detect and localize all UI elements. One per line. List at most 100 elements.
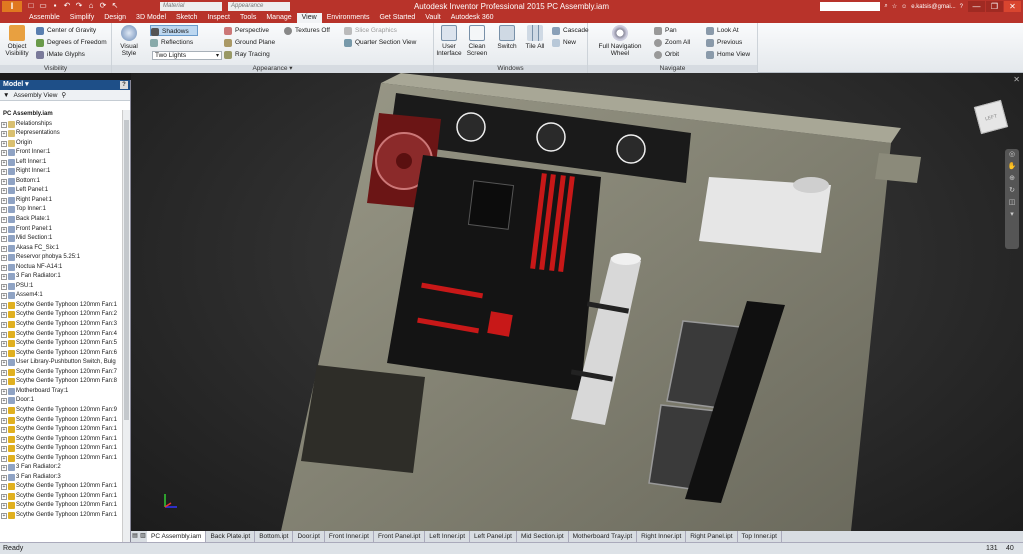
expand-icon[interactable]: +	[1, 350, 7, 357]
undo-icon[interactable]: ↶	[62, 1, 72, 11]
document-tab[interactable]: Top Inner.ipt	[738, 531, 782, 542]
tab-3d-model[interactable]: 3D Model	[131, 13, 171, 23]
user-name[interactable]: e.katsis@gmai...	[911, 4, 955, 10]
expand-icon[interactable]: +	[1, 264, 7, 271]
tree-item[interactable]: + Right Panel:1	[0, 196, 122, 206]
material-combo[interactable]: Material	[160, 2, 222, 11]
expand-icon[interactable]: +	[1, 360, 7, 367]
ground-plane-button[interactable]: Ground Plane	[224, 37, 275, 48]
expand-icon[interactable]: +	[1, 159, 7, 166]
expand-icon[interactable]: +	[1, 131, 7, 138]
tab-get-started[interactable]: Get Started	[374, 13, 420, 23]
help-search-input[interactable]	[820, 2, 881, 11]
browser-title-dropdown[interactable]: Model ▾	[3, 81, 29, 88]
new-file-icon[interactable]: □	[26, 1, 36, 11]
expand-icon[interactable]: +	[1, 150, 7, 157]
expand-icon[interactable]: +	[1, 512, 7, 519]
tree-item[interactable]: + Left Inner:1	[0, 158, 122, 168]
expand-icon[interactable]: +	[1, 369, 7, 376]
expand-icon[interactable]: +	[1, 188, 7, 195]
tree-item[interactable]: + Origin	[0, 139, 122, 149]
expand-icon[interactable]: +	[1, 245, 7, 252]
expand-icon[interactable]: +	[1, 197, 7, 204]
tree-item[interactable]: + Scythe Gentle Typhoon 120mm Fan:7	[0, 368, 122, 378]
expand-icon[interactable]: +	[1, 217, 7, 224]
tab-tools[interactable]: Tools	[235, 13, 261, 23]
pan-tool-icon[interactable]: ✋	[1005, 161, 1019, 173]
expand-icon[interactable]: +	[1, 427, 7, 434]
search-icon[interactable]: ⌕	[884, 3, 887, 10]
browser-scrollbar[interactable]	[122, 110, 130, 542]
expand-icon[interactable]: +	[1, 312, 7, 319]
expand-icon[interactable]: +	[1, 493, 7, 500]
document-tab[interactable]: Mid Section.ipt	[517, 531, 569, 542]
user-interface-button[interactable]: User Interface	[434, 25, 464, 57]
tree-item[interactable]: + Motherboard Tray:1	[0, 387, 122, 397]
tree-item[interactable]: + Door:1	[0, 396, 122, 406]
tab-autodesk-360[interactable]: Autodesk 360	[446, 13, 499, 23]
switch-button[interactable]: Switch	[492, 25, 522, 50]
tree-item[interactable]: + Scythe Gentle Typhoon 120mm Fan:4	[0, 330, 122, 340]
look-at-button[interactable]: Look At	[706, 25, 739, 36]
tree-item[interactable]: + Scythe Gentle Typhoon 120mm Fan:5	[0, 339, 122, 349]
tree-item[interactable]: + Front Inner:1	[0, 148, 122, 158]
shadows-button[interactable]: Shadows	[150, 25, 198, 36]
tree-item[interactable]: + Scythe Gentle Typhoon 120mm Fan:1	[0, 454, 122, 464]
maximize-button[interactable]: ❐	[986, 1, 1003, 12]
tab-design[interactable]: Design	[99, 13, 131, 23]
document-tab[interactable]: Back Plate.ipt	[206, 531, 256, 542]
tree-root[interactable]: PC Assembly.iam	[0, 110, 122, 120]
tab-inspect[interactable]: Inspect	[202, 13, 235, 23]
document-tab[interactable]: Front Inner.ipt	[325, 531, 374, 542]
expand-icon[interactable]: +	[1, 436, 7, 443]
find-icon[interactable]: ⚲	[61, 90, 66, 100]
tree-item[interactable]: +3 Fan Radiator:1	[0, 272, 122, 282]
steering-wheel-icon[interactable]: ◎	[1005, 149, 1019, 161]
minimize-button[interactable]: —	[968, 1, 985, 12]
tree-item[interactable]: + Left Panel:1	[0, 186, 122, 196]
expand-icon[interactable]: +	[1, 484, 7, 491]
zoom-all-button[interactable]: Zoom All	[654, 37, 690, 48]
tab-scroll-left-icon[interactable]: ▤	[131, 531, 139, 542]
tree-item[interactable]: + Representations	[0, 129, 122, 139]
ray-tracing-button[interactable]: Ray Tracing	[224, 49, 270, 60]
update-icon[interactable]: ⟳	[98, 1, 108, 11]
expand-icon[interactable]: +	[1, 331, 7, 338]
expand-icon[interactable]: +	[1, 503, 7, 510]
visual-style-button[interactable]: Visual Style	[114, 25, 144, 57]
close-button[interactable]: ✕	[1004, 1, 1021, 12]
browser-scroll-thumb[interactable]	[124, 120, 129, 420]
tree-item[interactable]: + Relationships	[0, 120, 122, 130]
degrees-of-freedom-button[interactable]: Degrees of Freedom	[36, 37, 107, 48]
document-tab[interactable]: Left Inner.ipt	[425, 531, 471, 542]
tree-item[interactable]: + Bottom:1	[0, 177, 122, 187]
expand-icon[interactable]: +	[1, 236, 7, 243]
tree-item[interactable]: + User Library-Pushbutton Switch, Bulg	[0, 358, 122, 368]
expand-icon[interactable]: +	[1, 322, 7, 329]
pan-button[interactable]: Pan	[654, 25, 677, 36]
tab-view[interactable]: View	[296, 13, 322, 23]
expand-icon[interactable]: +	[1, 379, 7, 386]
filter-icon[interactable]: ▼	[3, 90, 9, 100]
tree-item[interactable]: + Front Panel:1	[0, 225, 122, 235]
tree-item[interactable]: + Reservor phobya 5.25:1	[0, 253, 122, 263]
tree-item[interactable]: + Scythe Gentle Typhoon 120mm Fan:2	[0, 310, 122, 320]
slice-graphics-button[interactable]: Slice Graphics	[344, 25, 397, 36]
tab-sketch[interactable]: Sketch	[171, 13, 202, 23]
tree-item[interactable]: +3 Fan Radiator:3	[0, 473, 122, 483]
tree-item[interactable]: + Scythe Gentle Typhoon 120mm Fan:1	[0, 416, 122, 426]
quarter-section-view-button[interactable]: Quarter Section View	[344, 37, 416, 48]
expand-icon[interactable]: +	[1, 455, 7, 462]
expand-icon[interactable]: +	[1, 398, 7, 405]
open-icon[interactable]: ▭	[38, 1, 48, 11]
orbit-button[interactable]: Orbit	[654, 49, 679, 60]
orbit-tool-icon[interactable]: ↻	[1005, 185, 1019, 197]
expand-icon[interactable]: +	[1, 140, 7, 147]
expand-icon[interactable]: +	[1, 302, 7, 309]
lighting-style-combo[interactable]: Two Lights	[152, 51, 222, 60]
expand-icon[interactable]: +	[1, 207, 7, 214]
expand-icon[interactable]: +	[1, 465, 7, 472]
tree-item[interactable]: + Scythe Gentle Typhoon 120mm Fan:9	[0, 406, 122, 416]
document-tab[interactable]: Right Panel.ipt	[686, 531, 738, 542]
tree-item[interactable]: + Scythe Gentle Typhoon 120mm Fan:1	[0, 301, 122, 311]
